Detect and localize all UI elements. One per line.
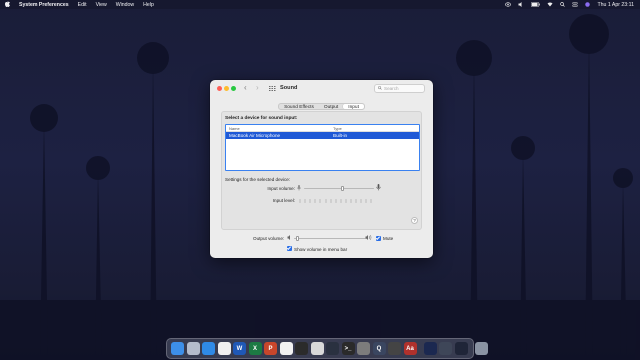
mute-label: Mute xyxy=(383,236,394,241)
show-volume-checkbox[interactable] xyxy=(287,246,292,251)
menu-view[interactable]: View xyxy=(96,2,107,8)
settings-label: Settings for the selected device: xyxy=(225,177,291,182)
activity-monitor-icon[interactable] xyxy=(295,342,308,355)
input-volume-slider[interactable] xyxy=(304,188,374,190)
trash-icon[interactable] xyxy=(474,342,488,355)
input-level-bar xyxy=(309,198,312,203)
input-level-bar xyxy=(339,198,342,203)
device-name-cell: MacBook Air Microphone xyxy=(229,133,281,138)
search-placeholder: Search xyxy=(384,86,399,91)
input-level-bar xyxy=(329,198,332,203)
forward-chevron-icon[interactable]: › xyxy=(256,84,259,92)
window-thumb-3-icon[interactable] xyxy=(454,342,468,355)
spotlight-icon[interactable] xyxy=(560,2,566,7)
menu-bar: System Preferences Edit View Window Help… xyxy=(0,0,640,9)
show-volume-label: Show volume in menu bar xyxy=(294,246,348,252)
input-volume-label: Input volume: xyxy=(267,186,295,191)
hardware-monitor-icon[interactable] xyxy=(326,342,339,355)
input-level-bar xyxy=(344,198,347,203)
input-level-bar xyxy=(370,198,373,203)
output-volume-knob[interactable] xyxy=(296,235,300,241)
input-level-bar xyxy=(299,198,301,203)
excel-icon[interactable]: X xyxy=(248,342,262,355)
system-preferences-icon[interactable] xyxy=(357,342,370,355)
back-chevron-icon[interactable]: ‹ xyxy=(244,84,247,92)
input-level-bar xyxy=(304,198,307,203)
app-menu[interactable]: System Preferences xyxy=(19,2,69,8)
column-type-header[interactable]: Type xyxy=(331,126,342,131)
launchpad-icon[interactable] xyxy=(186,342,200,355)
input-level-bar xyxy=(314,198,317,203)
dock: W X P >_ Q Aa xyxy=(166,338,488,359)
output-volume-label: Output volume: xyxy=(253,236,285,241)
search-field[interactable]: Search xyxy=(374,84,425,93)
safari-icon[interactable] xyxy=(202,342,215,355)
window-titlebar: ‹ › Sound Search xyxy=(210,80,433,97)
output-volume-slider[interactable] xyxy=(294,238,368,240)
wifi-icon[interactable] xyxy=(547,2,553,7)
sound-preferences-window: ‹ › Sound Search Sound Effects Output In… xyxy=(210,80,433,258)
speaker-high-icon xyxy=(365,234,372,242)
input-level-bar xyxy=(355,198,358,203)
input-volume-knob[interactable] xyxy=(341,185,344,191)
table-row[interactable]: MacBook Air Microphone Built-in xyxy=(226,132,419,139)
close-button[interactable] xyxy=(217,86,222,91)
brave-icon[interactable] xyxy=(217,342,231,355)
input-level-bar xyxy=(324,198,327,203)
finder-icon[interactable] xyxy=(171,342,184,355)
mic-high-icon xyxy=(376,184,381,193)
control-center-icon[interactable] xyxy=(572,2,579,7)
input-level-bar xyxy=(350,198,352,203)
window-title: Sound xyxy=(280,85,298,91)
menu-window[interactable]: Window xyxy=(116,2,134,8)
section-title: Select a device for sound input: xyxy=(225,116,298,121)
search-icon xyxy=(378,86,382,91)
help-button[interactable]: ? xyxy=(411,217,418,224)
word-icon[interactable]: W xyxy=(233,342,246,355)
minimize-button[interactable] xyxy=(224,86,229,91)
device-table[interactable]: Name Type MacBook Air Microphone Built-i… xyxy=(225,124,420,171)
chrome-icon[interactable] xyxy=(279,342,293,355)
input-level-bar xyxy=(319,198,322,203)
zoom-button[interactable] xyxy=(231,86,236,91)
window-thumb-1-icon[interactable] xyxy=(423,342,437,355)
terminal-icon[interactable]: >_ xyxy=(341,342,355,355)
tab-sound-effects[interactable]: Sound Effects xyxy=(279,104,319,109)
window-thumb-2-icon[interactable] xyxy=(439,342,452,355)
table-header: Name Type xyxy=(226,125,419,132)
column-name-header[interactable]: Name xyxy=(226,126,331,131)
quicktime-icon[interactable]: Q xyxy=(372,342,386,355)
apple-menu-icon[interactable] xyxy=(5,0,10,9)
tab-input[interactable]: Input xyxy=(343,104,364,109)
input-level-bar xyxy=(360,198,363,203)
siri-icon[interactable] xyxy=(585,2,591,7)
speaker-low-icon xyxy=(287,235,292,242)
tab-bar: Sound Effects Output Input xyxy=(210,103,433,110)
mute-checkbox[interactable] xyxy=(376,235,381,241)
show-all-grid-icon[interactable] xyxy=(269,86,276,93)
device-type-cell: Built-in xyxy=(333,133,348,138)
calculator-icon[interactable] xyxy=(388,342,401,355)
dictionary-icon[interactable]: Aa xyxy=(403,342,417,355)
input-level-label: Input level: xyxy=(272,198,295,203)
menu-help[interactable]: Help xyxy=(143,2,154,8)
input-level-bar xyxy=(334,198,337,203)
powerpoint-icon[interactable]: P xyxy=(264,342,277,355)
mic-low-icon xyxy=(297,185,301,193)
menubar-clock[interactable]: Thu 1 Apr 23:11 xyxy=(597,2,634,8)
tab-output[interactable]: Output xyxy=(319,104,343,109)
glasses-icon[interactable] xyxy=(310,342,324,355)
status-eye-icon[interactable] xyxy=(505,2,512,7)
battery-icon[interactable] xyxy=(531,2,541,7)
input-level-bar xyxy=(365,198,368,203)
volume-menu-icon[interactable] xyxy=(518,2,524,7)
input-pane: Select a device for sound input: Name Ty… xyxy=(221,111,422,230)
menu-edit[interactable]: Edit xyxy=(78,2,87,8)
